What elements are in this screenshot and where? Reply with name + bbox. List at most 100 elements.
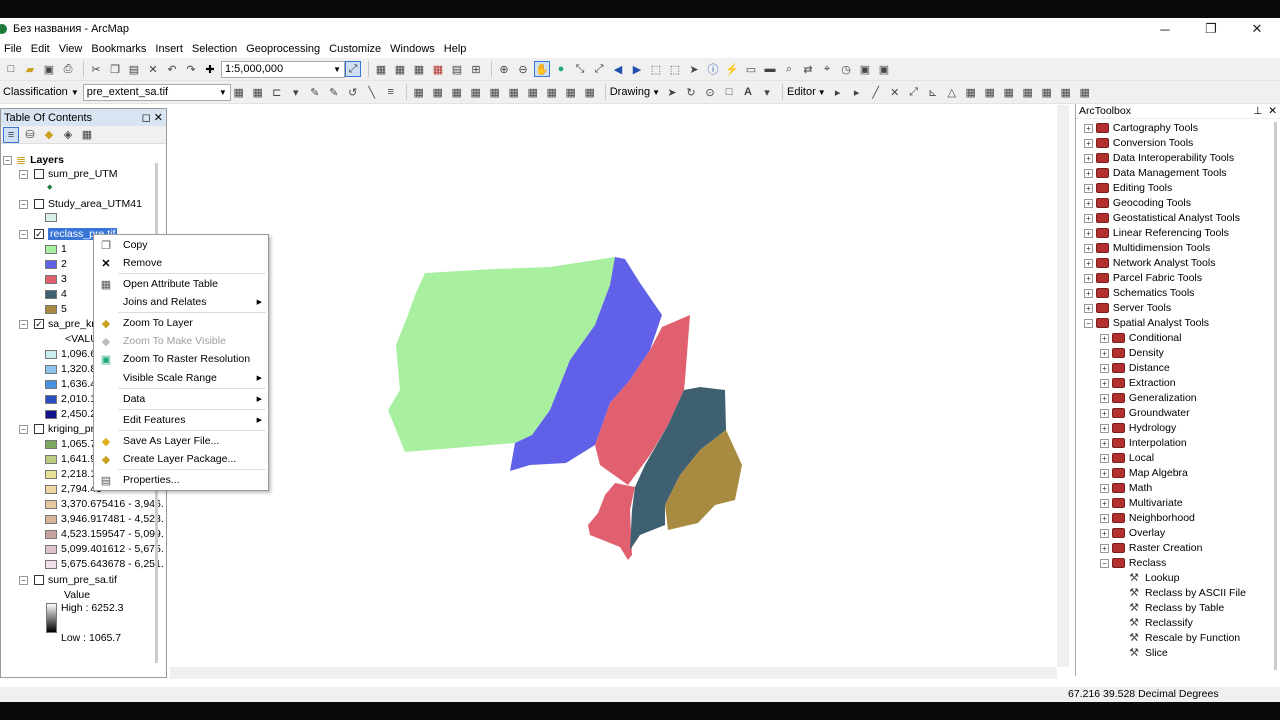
toolset-conditional[interactable]: + Conditional: [1100, 332, 1181, 344]
toolbox-geocoding[interactable]: + Geocoding Tools: [1084, 197, 1191, 209]
tool-icon[interactable]: ▦: [563, 84, 579, 100]
minimize-button[interactable]: ─: [1142, 18, 1188, 40]
toolbox-data-management[interactable]: + Data Management Tools: [1084, 167, 1227, 179]
toolset-overlay[interactable]: + Overlay: [1100, 527, 1165, 539]
pin-icon[interactable]: ⊥: [1253, 105, 1262, 117]
expand-icon[interactable]: +: [1084, 258, 1093, 268]
tool-reclassify[interactable]: ⚒ Reclassify: [1128, 617, 1193, 629]
tool-lookup[interactable]: ⚒ Lookup: [1128, 572, 1179, 584]
delete-icon[interactable]: ✕: [145, 61, 161, 77]
toolset-math[interactable]: + Math: [1100, 482, 1152, 494]
toolset-local[interactable]: + Local: [1100, 452, 1154, 464]
tool-slice[interactable]: ⚒ Slice: [1128, 647, 1168, 659]
copy-menu-item[interactable]: ❐ Copy: [94, 236, 268, 254]
open-icon[interactable]: ▰: [22, 61, 38, 77]
menu-help[interactable]: Help: [440, 43, 471, 55]
edit-tool-icon[interactable]: ▦: [1039, 84, 1055, 100]
tool-icon[interactable]: ▦: [449, 84, 465, 100]
close-icon[interactable]: ✕: [154, 112, 163, 124]
collapse-icon[interactable]: −: [19, 169, 28, 179]
cut-icon[interactable]: ✂: [88, 61, 104, 77]
map-view[interactable]: [170, 105, 1057, 667]
expand-icon[interactable]: +: [1084, 183, 1093, 193]
back-icon[interactable]: ◀: [610, 61, 626, 77]
toolbox-schematics[interactable]: + Schematics Tools: [1084, 287, 1194, 299]
menu-selection[interactable]: Selection: [188, 43, 241, 55]
tool-icon[interactable]: ▾: [288, 84, 304, 100]
expand-icon[interactable]: +: [1100, 468, 1109, 478]
toolbox-conversion[interactable]: + Conversion Tools: [1084, 137, 1193, 149]
data-menu-item[interactable]: Data ▶: [94, 390, 268, 408]
full-extent-icon[interactable]: ●: [553, 61, 569, 77]
close-icon[interactable]: ✕: [1268, 105, 1277, 117]
expand-icon[interactable]: +: [1100, 378, 1109, 388]
arctoolbox-icon[interactable]: ▦: [430, 61, 446, 77]
remove-menu-item[interactable]: ✕ Remove: [94, 254, 268, 272]
zoom-raster-resolution-menu-item[interactable]: ▣ Zoom To Raster Resolution: [94, 350, 268, 368]
menu-insert[interactable]: Insert: [151, 43, 187, 55]
rotate-icon[interactable]: ↻: [683, 84, 699, 100]
print-icon[interactable]: ⎙: [60, 61, 76, 77]
collapse-icon[interactable]: −: [1100, 558, 1109, 568]
tool-icon[interactable]: ▦: [582, 84, 598, 100]
maximize-button[interactable]: ❐: [1188, 18, 1234, 40]
map-horizontal-scrollbar[interactable]: [170, 667, 1057, 679]
identify-icon[interactable]: ⓘ: [705, 61, 721, 77]
html-popup-icon[interactable]: ▭: [743, 61, 759, 77]
expand-icon[interactable]: +: [1100, 408, 1109, 418]
collapse-icon[interactable]: −: [19, 575, 28, 585]
catalog-icon[interactable]: ▦: [392, 61, 408, 77]
histogram-icon[interactable]: ▦: [231, 84, 247, 100]
list-by-drawing-order-icon[interactable]: ≡: [3, 126, 19, 143]
layer-row-sum-pre-sa[interactable]: − sum_pre_sa.tif: [19, 574, 117, 586]
select-features-icon[interactable]: ⬚: [648, 61, 664, 77]
expand-icon[interactable]: +: [1084, 213, 1093, 223]
save-as-layer-file-menu-item[interactable]: ◆ Save As Layer File...: [94, 432, 268, 450]
tool-icon[interactable]: ✎: [326, 84, 342, 100]
add-data-icon[interactable]: ✚: [202, 61, 218, 77]
visibility-checkbox[interactable]: [34, 199, 44, 209]
visibility-checkbox[interactable]: ✓: [34, 319, 44, 329]
edit-tool-icon[interactable]: ▦: [1077, 84, 1093, 100]
go-to-xy-icon[interactable]: ⌖: [819, 61, 835, 77]
expand-icon[interactable]: +: [1084, 273, 1093, 283]
magnifier-icon[interactable]: ▣: [876, 61, 892, 77]
zoom-out-icon[interactable]: ⊖: [515, 61, 531, 77]
edit-tool-icon[interactable]: ⊾: [925, 84, 941, 100]
expand-icon[interactable]: +: [1084, 243, 1093, 253]
expand-icon[interactable]: +: [1100, 348, 1109, 358]
copy-icon[interactable]: ❐: [107, 61, 123, 77]
zoom-to-layer-menu-item[interactable]: ◆ Zoom To Layer: [94, 314, 268, 332]
expand-icon[interactable]: +: [1084, 303, 1093, 313]
toolbox-editing[interactable]: + Editing Tools: [1084, 182, 1172, 194]
fixed-zoom-in-icon[interactable]: ⤡: [572, 61, 588, 77]
forward-icon[interactable]: ▶: [629, 61, 645, 77]
tool-icon[interactable]: ╲: [364, 84, 380, 100]
expand-icon[interactable]: +: [1100, 438, 1109, 448]
menu-file[interactable]: File: [0, 43, 26, 55]
collapse-icon[interactable]: −: [19, 199, 28, 209]
menu-edit[interactable]: Edit: [27, 43, 54, 55]
tool-icon[interactable]: ▦: [525, 84, 541, 100]
expand-icon[interactable]: +: [1100, 513, 1109, 523]
tool-icon[interactable]: ▦: [430, 84, 446, 100]
layer-combo[interactable]: pre_extent_sa.tif ▼: [82, 83, 231, 101]
measure-icon[interactable]: ▬: [762, 61, 778, 77]
list-by-source-icon[interactable]: ⛁: [22, 127, 38, 143]
editor-menu[interactable]: Editor: [787, 86, 816, 98]
toolset-density[interactable]: + Density: [1100, 347, 1164, 359]
clear-selection-icon[interactable]: ⬚: [667, 61, 683, 77]
viewer-window-icon[interactable]: ▣: [857, 61, 873, 77]
close-button[interactable]: ✕: [1234, 18, 1280, 40]
edit-tool-icon[interactable]: ▦: [1058, 84, 1074, 100]
edit-tool-icon[interactable]: ▦: [1001, 84, 1017, 100]
paste-icon[interactable]: ▤: [126, 61, 142, 77]
toolset-multivariate[interactable]: + Multivariate: [1100, 497, 1183, 509]
select-elements-icon[interactable]: ➤: [686, 61, 702, 77]
expand-icon[interactable]: +: [1084, 228, 1093, 238]
menu-windows[interactable]: Windows: [386, 43, 439, 55]
undo-icon[interactable]: ↶: [164, 61, 180, 77]
expand-icon[interactable]: +: [1100, 528, 1109, 538]
modelbuilder-icon[interactable]: ⊞: [468, 61, 484, 77]
tool-icon[interactable]: ↺: [345, 84, 361, 100]
